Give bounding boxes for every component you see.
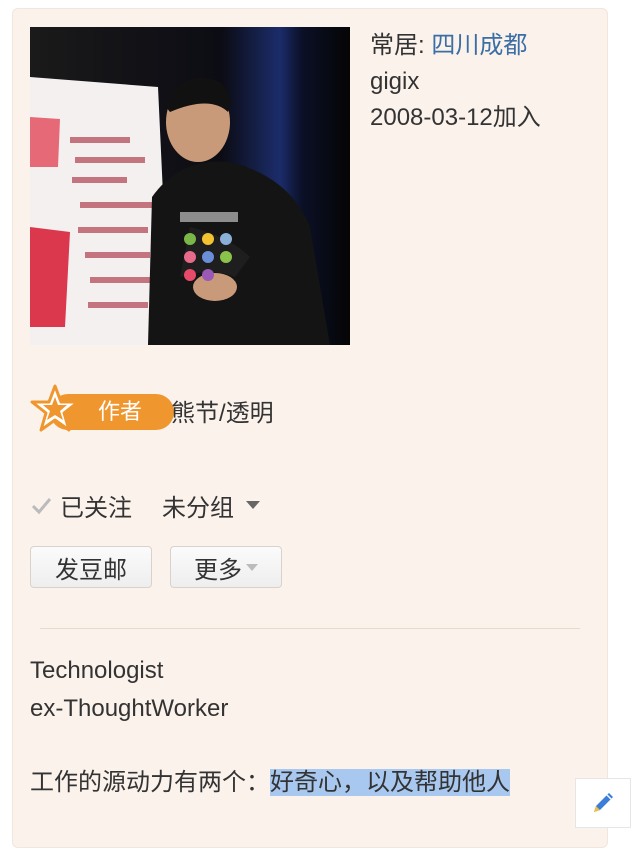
- avatar-photo: [30, 27, 350, 345]
- star-icon: [30, 384, 80, 432]
- send-doumail-label: 发豆邮: [55, 556, 127, 584]
- more-button[interactable]: 更多: [170, 546, 282, 588]
- follow-status[interactable]: 已关注: [60, 488, 132, 523]
- residence-label: 常居:: [370, 32, 425, 59]
- group-label: 未分组: [162, 494, 234, 522]
- pencil-icon: [594, 793, 613, 812]
- follow-row: 已关注 未分组: [30, 487, 260, 523]
- bio-line-3-prefix: 工作的源动力有两个：: [30, 769, 270, 796]
- join-date: 2008-03-12加入: [370, 104, 541, 131]
- chevron-down-icon: [246, 501, 260, 509]
- bio-selected-text: 好奇心，以及帮助他人: [270, 769, 510, 796]
- residence-row: 常居: 四川成都: [370, 28, 541, 64]
- bio-line-3: 工作的源动力有两个：好奇心，以及帮助他人: [30, 764, 510, 802]
- author-badge[interactable]: 作者: [30, 384, 174, 434]
- bio-line-2: ex-ThoughtWorker: [30, 695, 229, 722]
- more-label: 更多: [194, 556, 242, 584]
- divider: [40, 628, 580, 629]
- avatar[interactable]: [30, 27, 350, 345]
- edit-button[interactable]: [575, 778, 631, 828]
- bio: Technologist ex-ThoughtWorker 工作的源动力有两个：…: [30, 652, 510, 802]
- author-badge-label: 作者: [98, 399, 143, 424]
- group-dropdown[interactable]: 未分组: [162, 488, 260, 523]
- username: gigix: [370, 68, 420, 95]
- bio-line-1: Technologist: [30, 657, 164, 684]
- residence-link[interactable]: 四川成都: [431, 32, 527, 59]
- profile-info: 常居: 四川成都 gigix 2008-03-12加入: [370, 28, 541, 136]
- check-icon: [31, 498, 52, 515]
- send-doumail-button[interactable]: 发豆邮: [30, 546, 152, 588]
- author-name: 熊节/透明: [171, 400, 274, 427]
- chevron-down-icon: [246, 563, 258, 571]
